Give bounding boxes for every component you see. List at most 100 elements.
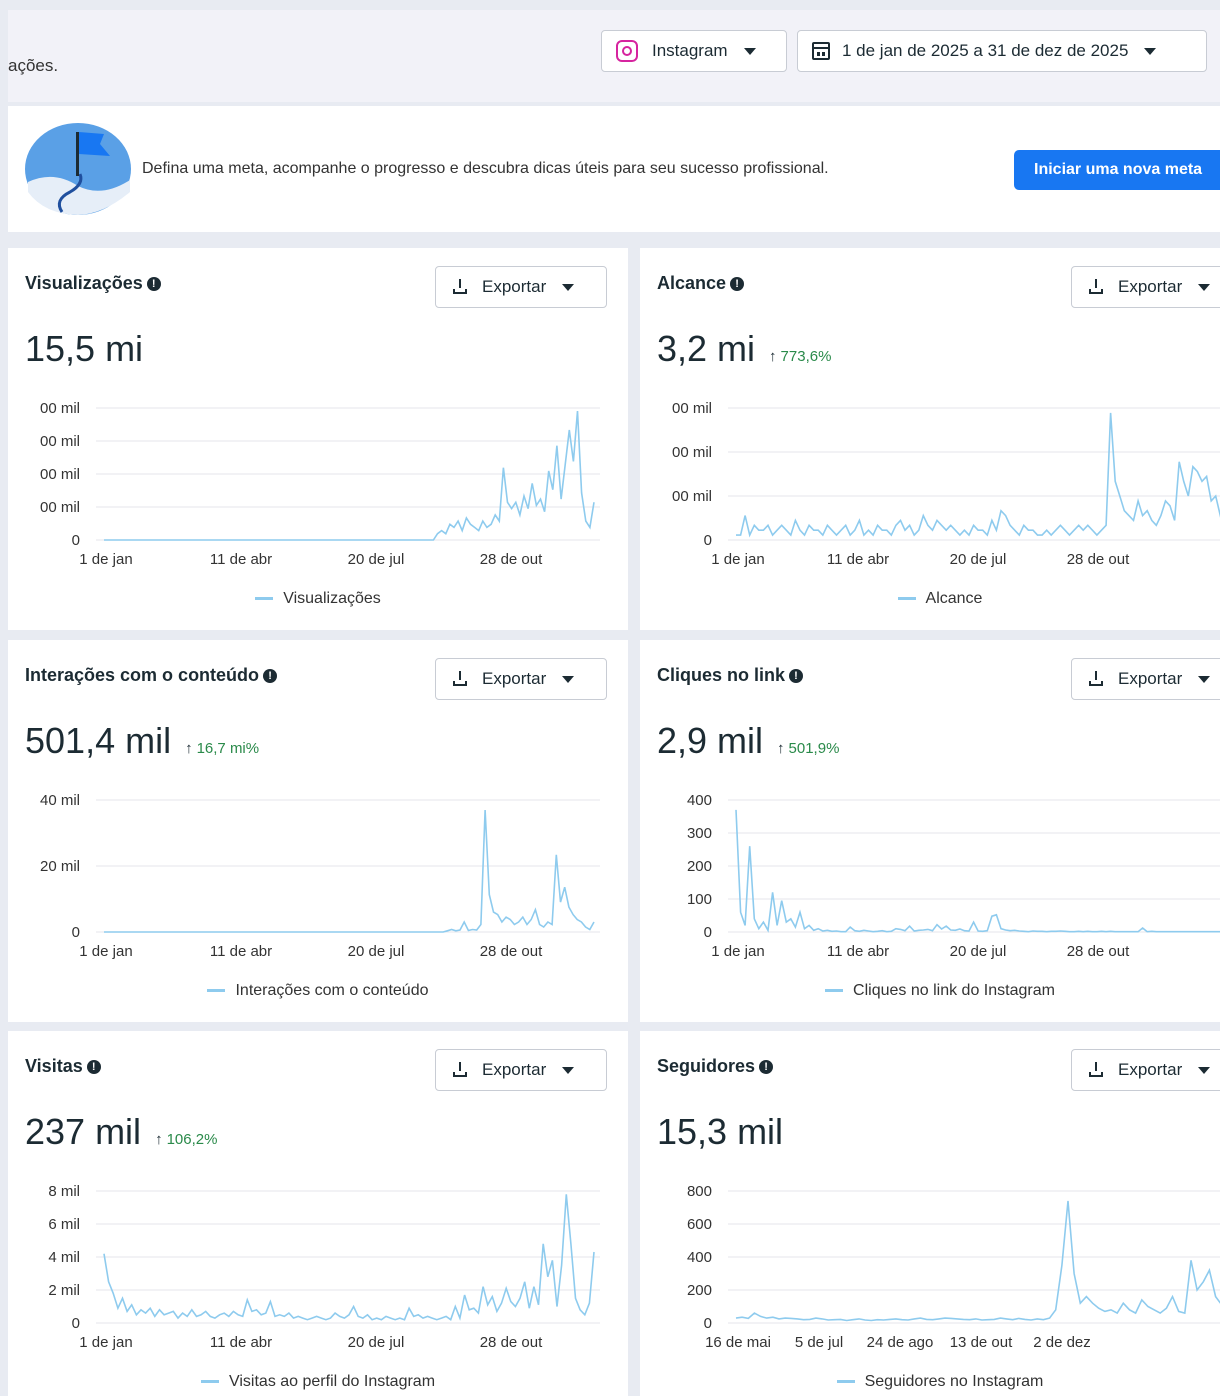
y-tick-label: 8 mil — [48, 1183, 80, 1200]
export-button[interactable]: Exportar — [1071, 1049, 1220, 1091]
card-title-text: Visualizações — [25, 273, 143, 293]
x-tick-label: 11 de abr — [827, 943, 889, 960]
export-button[interactable]: Exportar — [435, 658, 607, 700]
x-tick-label: 20 de jul — [950, 551, 1007, 568]
goal-banner-text: Defina uma meta, acompanhe o progresso e… — [142, 160, 829, 177]
y-tick-label: 0 — [72, 1315, 80, 1332]
info-icon[interactable] — [789, 668, 804, 683]
card-title: Visualizações — [25, 273, 161, 294]
series-line[interactable] — [104, 411, 595, 541]
y-tick-label: 800 — [687, 1183, 712, 1200]
x-tick-label: 5 de jul — [795, 1334, 843, 1351]
export-button[interactable]: Exportar — [1071, 266, 1220, 308]
info-icon[interactable] — [730, 276, 745, 291]
chart-legend: Seguidores no Instagram — [640, 1373, 1220, 1391]
chevron-down-icon — [1198, 283, 1211, 291]
series-line[interactable] — [735, 809, 1220, 933]
export-button[interactable]: Exportar — [1071, 658, 1220, 700]
x-tick-label: 28 de out — [480, 943, 543, 960]
export-label: Exportar — [482, 669, 547, 688]
series-line[interactable] — [736, 412, 1220, 538]
y-tick-label: 0 — [704, 924, 712, 941]
info-icon[interactable] — [86, 1059, 101, 1074]
goal-flag-illustration — [25, 123, 131, 215]
export-label: Exportar — [1118, 669, 1183, 688]
y-tick-label: 20 mil — [40, 858, 80, 875]
metric-delta-value: 16,7 mi% — [196, 740, 260, 757]
series-line[interactable] — [735, 1200, 1220, 1322]
download-icon — [1088, 671, 1104, 687]
x-tick-label: 1 de jan — [79, 943, 132, 960]
card-title-text: Cliques no link — [657, 665, 786, 685]
x-tick-label: 20 de jul — [348, 551, 405, 568]
info-icon[interactable] — [146, 276, 161, 291]
start-goal-button[interactable]: Iniciar uma nova meta — [1014, 150, 1220, 190]
metric-value-row: 15,3 mil ↑ — [657, 1111, 783, 1153]
chevron-down-icon — [562, 675, 575, 683]
metric-delta-value: 773,6% — [780, 348, 832, 365]
export-button[interactable]: Exportar — [435, 266, 607, 308]
y-tick-label: 00 mil — [40, 499, 80, 516]
line-chart: 0 00 mil 00 mil 00 mil 00 mil 1 de jan 11 de a… — [40, 400, 600, 568]
series-line[interactable] — [104, 809, 595, 933]
y-tick-label: 00 mil — [40, 400, 80, 417]
metric-value: 15,5 mi — [25, 328, 144, 369]
x-tick-label: 28 de out — [480, 1334, 543, 1351]
y-tick-label: 00 mil — [672, 488, 712, 505]
info-icon[interactable] — [263, 668, 278, 683]
interactions-card: Interações com o conteúdo Exportar 501,4… — [8, 640, 628, 1022]
card-title: Seguidores — [657, 1056, 774, 1077]
metric-value: 15,3 mil — [657, 1111, 784, 1152]
header-fragment-text: ações. — [8, 56, 59, 75]
legend-swatch — [897, 597, 916, 601]
metric-value: 501,4 mil — [25, 720, 172, 761]
top-filter-bar: ações. Instagram 1 de jan de 2025 a 31 d… — [8, 10, 1220, 102]
metric-value: 2,9 mil — [657, 720, 764, 761]
date-range-label: 1 de jan de 2025 a 31 de dez de 2025 — [842, 41, 1129, 60]
y-tick-label: 200 — [687, 858, 712, 875]
x-tick-label: 1 de jan — [711, 943, 764, 960]
followers-card: Seguidores Exportar 15,3 mil ↑ 0 200 400 60… — [640, 1031, 1220, 1396]
metric-value: 237 mil — [25, 1111, 142, 1152]
reach-card: Alcance Exportar 3,2 mi ↑773,6% 000 mil0… — [640, 248, 1220, 630]
legend-swatch — [825, 989, 844, 993]
chevron-down-icon — [562, 1066, 575, 1074]
chart-legend: Alcance — [640, 590, 1220, 608]
platform-dropdown[interactable]: Instagram — [601, 30, 787, 72]
export-button[interactable]: Exportar — [435, 1049, 607, 1091]
line-chart: 0 00 mil 00 mil 00 mil 1 de jan 11 de abr 20 d… — [672, 400, 1220, 568]
x-tick-label: 11 de abr — [210, 551, 272, 568]
y-tick-label: 400 — [687, 1249, 712, 1266]
line-chart: 0 20 mil 40 mil 1 de jan 11 de abr 20 de jul 2… — [40, 792, 600, 960]
download-icon — [452, 279, 468, 295]
metric-delta: ↑ 16,7 mi% — [185, 740, 259, 757]
legend-label: Cliques no link do Instagram — [853, 982, 1055, 999]
y-tick-label: 00 mil — [672, 444, 712, 461]
y-tick-label: 0 — [704, 532, 712, 549]
y-tick-label: 4 mil — [48, 1249, 80, 1266]
download-icon — [1088, 279, 1104, 295]
arrow-up-icon: ↑ — [185, 740, 193, 757]
download-icon — [1088, 1062, 1104, 1078]
line-chart: 0 2 mil 4 mil 6 mil 8 mil 1 de jan 11 de abr 20… — [48, 1183, 600, 1351]
metric-delta: ↑ 106,2% — [155, 1131, 217, 1148]
export-label: Exportar — [1118, 277, 1183, 296]
legend-swatch — [200, 1380, 219, 1384]
chart-legend: Visualizações — [8, 590, 628, 608]
link-clicks-card: Cliques no link Exportar 2,9 mil ↑501,9%… — [640, 640, 1220, 1022]
x-tick-label: 16 de mai — [705, 1334, 771, 1351]
y-tick-label: 0 — [72, 532, 80, 549]
legend-label: Alcance — [925, 590, 983, 607]
y-tick-label: 200 — [687, 1282, 712, 1299]
download-icon — [452, 671, 468, 687]
card-title-text: Seguidores — [657, 1056, 756, 1076]
y-tick-label: 2 mil — [48, 1282, 80, 1299]
date-range-dropdown[interactable]: 1 de jan de 2025 a 31 de dez de 2025 — [797, 30, 1207, 72]
metric-delta: ↑ 501,9% — [777, 740, 839, 757]
x-tick-label: 1 de jan — [79, 1334, 132, 1351]
info-icon[interactable] — [759, 1059, 774, 1074]
visits-card: Visitas Exportar 237 mil ↑106,2% 0 2 mil 4… — [8, 1031, 628, 1396]
download-icon — [452, 1062, 468, 1078]
line-chart: 0 100 200 300 400 1 de jan 11 de abr 20 de jul 2… — [687, 792, 1220, 960]
legend-label: Seguidores no Instagram — [864, 1373, 1044, 1390]
